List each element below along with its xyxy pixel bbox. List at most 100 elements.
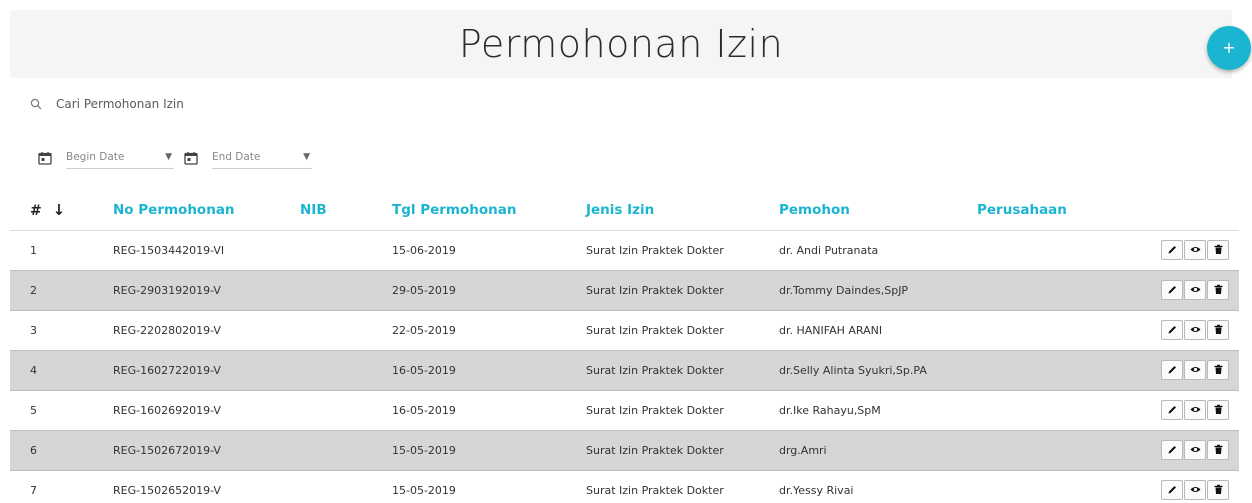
cell-tgl-permohonan: 22-05-2019 [392,310,586,351]
cell-actions [1137,310,1239,351]
cell-no-permohonan: REG-1602722019-V [113,350,300,391]
table-row: 5 REG-1602692019-V 16-05-2019 Surat Izin… [10,390,1239,431]
col-header-number[interactable]: # ↓ [10,190,113,231]
sort-arrow-icon[interactable]: ↓ [53,201,66,219]
table-row: 1 REG-1503442019-VI 15-06-2019 Surat Izi… [10,230,1239,271]
table-row: 2 REG-2903192019-V 29-05-2019 Surat Izin… [10,270,1239,311]
begin-date-select[interactable]: Begin Date ▼ [66,147,174,169]
end-date-placeholder: End Date [212,150,261,163]
table-row: 3 REG-2202802019-V 22-05-2019 Surat Izin… [10,310,1239,351]
delete-button[interactable] [1207,400,1229,420]
cell-pemohon: dr.Selly Alinta Syukri,Sp.PA [779,350,977,391]
delete-button[interactable] [1207,480,1229,500]
cell-jenis-izin: Surat Izin Praktek Dokter [586,470,779,503]
pencil-icon [1168,485,1176,493]
pencil-icon [1168,405,1176,413]
cell-perusahaan [977,310,1137,351]
chevron-down-icon: ▼ [165,151,172,162]
eye-icon [1190,366,1200,372]
table-header-row: # ↓ No Permohonan NIB Tgl Permohonan Jen… [10,190,1239,231]
col-header-jenis-izin[interactable]: Jenis Izin [586,190,779,231]
cell-number: 3 [10,310,113,351]
delete-button[interactable] [1207,240,1229,260]
col-header-nib[interactable]: NIB [300,190,392,231]
cell-jenis-izin: Surat Izin Praktek Dokter [586,310,779,351]
edit-button[interactable] [1161,360,1183,380]
delete-button[interactable] [1207,280,1229,300]
edit-button[interactable] [1161,400,1183,420]
pencil-icon [1168,285,1176,293]
cell-no-permohonan: REG-2202802019-V [113,310,300,351]
cell-number: 1 [10,230,113,271]
pencil-icon [1168,365,1176,373]
edit-button[interactable] [1161,320,1183,340]
cell-perusahaan [977,270,1137,311]
cell-nib [300,230,392,271]
page: Permohonan Izin + Begin Date ▼ E [0,0,1252,503]
calendar-icon[interactable] [184,151,198,165]
cell-actions [1137,230,1239,271]
delete-button[interactable] [1207,320,1229,340]
calendar-icon[interactable] [38,151,52,165]
col-header-no-permohonan[interactable]: No Permohonan [113,190,300,231]
view-button[interactable] [1184,440,1206,460]
end-date-select[interactable]: End Date ▼ [212,147,312,169]
edit-button[interactable] [1161,480,1183,500]
cell-jenis-izin: Surat Izin Praktek Dokter [586,350,779,391]
cell-actions [1137,470,1239,503]
search-icon [30,98,42,110]
view-button[interactable] [1184,400,1206,420]
cell-tgl-permohonan: 16-05-2019 [392,350,586,391]
col-header-pemohon[interactable]: Pemohon [779,190,977,231]
table-row: 4 REG-1602722019-V 16-05-2019 Surat Izin… [10,350,1239,391]
col-header-actions [1137,190,1239,231]
add-permohonan-button[interactable]: + [1207,26,1251,70]
chevron-down-icon: ▼ [303,151,310,162]
search-input[interactable] [56,97,356,111]
cell-nib [300,350,392,391]
cell-tgl-permohonan: 16-05-2019 [392,390,586,431]
cell-number: 5 [10,390,113,431]
cell-pemohon: dr. Andi Putranata [779,230,977,271]
begin-date-placeholder: Begin Date [66,150,125,163]
cell-tgl-permohonan: 15-05-2019 [392,470,586,503]
eye-icon [1190,326,1200,332]
cell-nib [300,310,392,351]
cell-no-permohonan: REG-2903192019-V [113,270,300,311]
table-row: 6 REG-1502672019-V 15-05-2019 Surat Izin… [10,430,1239,471]
cell-perusahaan [977,350,1137,391]
view-button[interactable] [1184,320,1206,340]
cell-nib [300,390,392,431]
edit-button[interactable] [1161,280,1183,300]
cell-no-permohonan: REG-1502672019-V [113,430,300,471]
edit-button[interactable] [1161,240,1183,260]
cell-actions [1137,430,1239,471]
trash-icon [1214,364,1222,374]
trash-icon [1214,284,1222,294]
trash-icon [1214,244,1222,254]
cell-nib [300,270,392,311]
cell-number: 4 [10,350,113,391]
search-bar [30,94,356,114]
delete-button[interactable] [1207,360,1229,380]
cell-no-permohonan: REG-1502652019-V [113,470,300,503]
eye-icon [1190,246,1200,252]
permohonan-table: # ↓ No Permohonan NIB Tgl Permohonan Jen… [10,190,1239,503]
cell-perusahaan [977,430,1137,471]
edit-button[interactable] [1161,440,1183,460]
view-button[interactable] [1184,360,1206,380]
col-header-perusahaan[interactable]: Perusahaan [977,190,1137,231]
view-button[interactable] [1184,480,1206,500]
view-button[interactable] [1184,280,1206,300]
cell-jenis-izin: Surat Izin Praktek Dokter [586,390,779,431]
delete-button[interactable] [1207,440,1229,460]
pencil-icon [1168,325,1176,333]
trash-icon [1214,324,1222,334]
col-header-tgl-permohonan[interactable]: Tgl Permohonan [392,190,586,231]
cell-nib [300,430,392,471]
cell-tgl-permohonan: 15-05-2019 [392,430,586,471]
trash-icon [1214,404,1222,414]
cell-pemohon: drg.Amri [779,430,977,471]
cell-actions [1137,270,1239,311]
view-button[interactable] [1184,240,1206,260]
